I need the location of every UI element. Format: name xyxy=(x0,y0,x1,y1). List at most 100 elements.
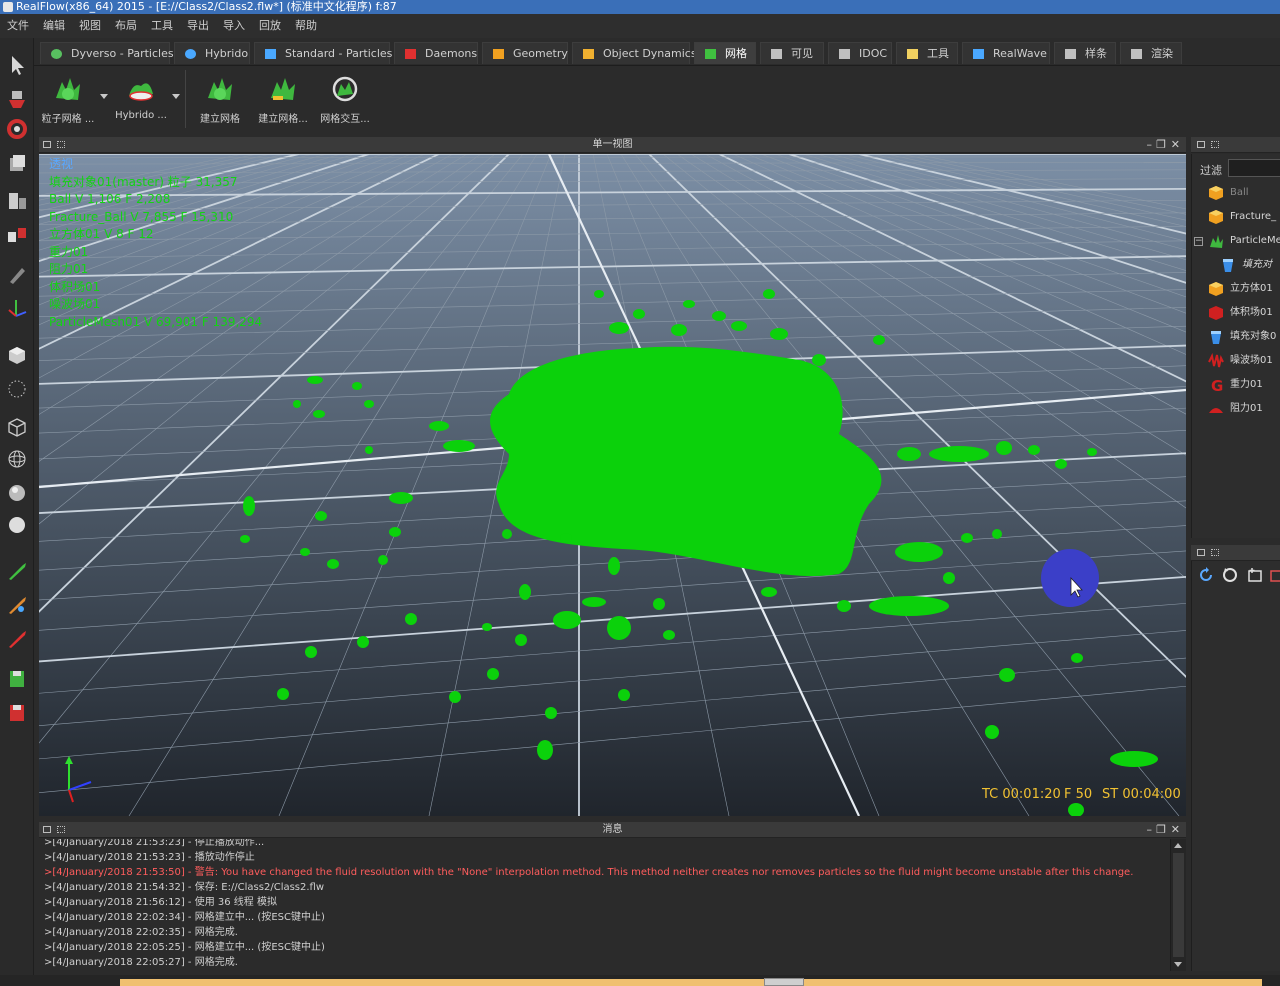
viewport-header: 单一视图 – ❐ ✕ xyxy=(39,137,1186,153)
red-rocket-icon xyxy=(9,631,26,648)
tab-spline[interactable]: 样条 xyxy=(1054,42,1116,64)
menu-view[interactable]: 视图 xyxy=(72,14,108,38)
rotate-tool-button[interactable] xyxy=(4,116,30,142)
reset-icon[interactable] xyxy=(1222,567,1238,583)
build-mesh-options-button[interactable]: 建立网格... xyxy=(252,72,314,128)
menu-tools[interactable]: 工具 xyxy=(144,14,180,38)
spline-icon xyxy=(1065,49,1076,59)
select-tool-button[interactable] xyxy=(4,52,30,78)
wireframe-sphere-button[interactable] xyxy=(4,446,30,472)
save-green-button[interactable] xyxy=(4,666,30,692)
tools-icon xyxy=(907,49,918,59)
mesh-toolbar: 粒子网格 ... Hybrido ... 建立网格 建立网格... 网格交互..… xyxy=(34,66,1280,130)
red-save-icon xyxy=(10,705,24,721)
panel-minimize-icon[interactable] xyxy=(1197,549,1205,556)
dotted-sphere-icon xyxy=(8,380,26,398)
menu-file[interactable]: 文件 xyxy=(0,14,36,38)
scroll-thumb[interactable] xyxy=(1173,853,1184,957)
pencil-tool-button[interactable] xyxy=(4,262,30,288)
build-mesh-button[interactable]: 建立网格 xyxy=(189,72,251,128)
stat-particle-mesh: ParticleMesh01 V 69,901 F 139,294 xyxy=(49,314,263,329)
noise-daemon-icon xyxy=(1208,353,1224,368)
wireframe-box-button[interactable] xyxy=(4,414,30,440)
geometry-cube-icon xyxy=(1209,186,1223,200)
save-red-button[interactable] xyxy=(4,700,30,726)
3d-viewport[interactable]: 透视 填充对象01(master) 粒子 31,357 Ball V 1,106… xyxy=(39,154,1186,816)
timeline-bar[interactable] xyxy=(0,975,1280,986)
tree-collapse-toggle[interactable]: − xyxy=(1194,237,1203,246)
mouse-cursor-indicator xyxy=(1041,549,1099,607)
tab-realwave[interactable]: RealWave xyxy=(962,42,1050,64)
window-title-bar: RealFlow(x86_64) 2015 - [E://Class2/Clas… xyxy=(0,0,1280,14)
tab-tools[interactable]: 工具 xyxy=(896,42,958,64)
solid-sphere-button[interactable] xyxy=(4,512,30,538)
particle-mesh-button[interactable]: 粒子网格 ... xyxy=(37,72,99,128)
panel-restore-icon[interactable]: ❐ xyxy=(1156,822,1166,838)
menu-help[interactable]: 帮助 xyxy=(288,14,324,38)
particle-mesh-node-icon xyxy=(1210,235,1223,248)
tab-daemons[interactable]: Daemons xyxy=(394,42,478,64)
menu-edit[interactable]: 编辑 xyxy=(36,14,72,38)
daemon-icon xyxy=(405,49,416,59)
particle-mesh-dropdown-arrow[interactable] xyxy=(100,94,108,99)
hybrido-mesh-button[interactable]: Hybrido ... xyxy=(110,72,172,128)
tab-hybrido[interactable]: Hybrido xyxy=(174,42,250,64)
menu-import[interactable]: 导入 xyxy=(216,14,252,38)
tab-mesh[interactable]: 网格 xyxy=(694,42,756,64)
panel-grid-icon[interactable] xyxy=(1211,141,1219,148)
shaded-cube-icon xyxy=(9,347,25,364)
shaded-box-button[interactable] xyxy=(4,342,30,368)
tab-visible[interactable]: 可见 xyxy=(760,42,824,64)
tab-idoc[interactable]: IDOC xyxy=(828,42,892,64)
refresh-icon[interactable] xyxy=(1198,567,1214,583)
delete-panel-icon[interactable] xyxy=(1270,567,1280,583)
scale-tool-button[interactable] xyxy=(4,150,30,176)
panel-collapse-icon[interactable]: – xyxy=(1147,137,1153,153)
tab-geometry[interactable]: Geometry xyxy=(482,42,568,64)
svg-text:G: G xyxy=(1211,377,1223,393)
panel-minimize-icon[interactable] xyxy=(1197,141,1205,148)
wireframe-sphere-icon xyxy=(8,450,26,468)
menu-playback[interactable]: 回放 xyxy=(252,14,288,38)
rocket-red-button[interactable] xyxy=(4,626,30,652)
tab-dyverso-particles[interactable]: Dyverso - Particles xyxy=(40,42,174,64)
stat-noise-field: 噪波场01 xyxy=(49,297,101,311)
tab-render[interactable]: 渲染 xyxy=(1120,42,1182,64)
tab-standard-particles[interactable]: Standard - Particles xyxy=(254,42,392,64)
timeline-playhead[interactable] xyxy=(764,978,804,986)
hybrido-mesh-dropdown-arrow[interactable] xyxy=(172,94,180,99)
message-scrollbar[interactable] xyxy=(1170,839,1186,971)
filter-input[interactable] xyxy=(1228,159,1280,177)
message-log: >[4/January/2018 21:53:23] - 停止播放动作... >… xyxy=(39,839,1170,971)
mesh-interaction-button[interactable]: 网格交互... xyxy=(314,72,376,128)
move-tool-button[interactable] xyxy=(4,86,30,112)
scroll-down-icon[interactable] xyxy=(1174,962,1182,967)
scroll-up-icon[interactable] xyxy=(1174,843,1182,848)
orange-rocket-icon xyxy=(9,597,26,614)
panel-close-icon[interactable]: ✕ xyxy=(1171,137,1180,153)
points-view-button[interactable] xyxy=(4,376,30,402)
menu-export[interactable]: 导出 xyxy=(180,14,216,38)
panel-collapse-icon[interactable]: – xyxy=(1147,822,1153,838)
solid-sphere-icon xyxy=(9,517,25,533)
link-tool-button[interactable] xyxy=(4,222,30,248)
smooth-sphere-button[interactable] xyxy=(4,480,30,506)
tab-object-dynamics[interactable]: Object Dynamics xyxy=(572,42,697,64)
panel-restore-icon[interactable]: ❐ xyxy=(1156,137,1166,153)
gravity-daemon-icon: G xyxy=(1211,377,1223,393)
scene-canvas[interactable] xyxy=(39,154,1186,816)
axis-tool-button[interactable] xyxy=(4,294,30,320)
viewport-title: 单一视图 xyxy=(592,139,633,150)
layout-tool-button[interactable] xyxy=(4,188,30,214)
dyverso-icon xyxy=(51,49,62,59)
mesh-interaction-icon xyxy=(332,76,358,102)
axis-icon xyxy=(8,300,27,317)
log-line: >[4/January/2018 22:05:27] - 网格完成. xyxy=(44,957,238,968)
panel-grid-icon[interactable] xyxy=(1211,549,1219,556)
new-panel-icon[interactable] xyxy=(1247,567,1263,583)
panel-close-icon[interactable]: ✕ xyxy=(1171,822,1180,838)
timeline-track[interactable] xyxy=(120,979,1262,986)
menu-layout[interactable]: 布局 xyxy=(108,14,144,38)
rocket-orange-button[interactable] xyxy=(4,592,30,618)
rocket-green-button[interactable] xyxy=(4,558,30,584)
